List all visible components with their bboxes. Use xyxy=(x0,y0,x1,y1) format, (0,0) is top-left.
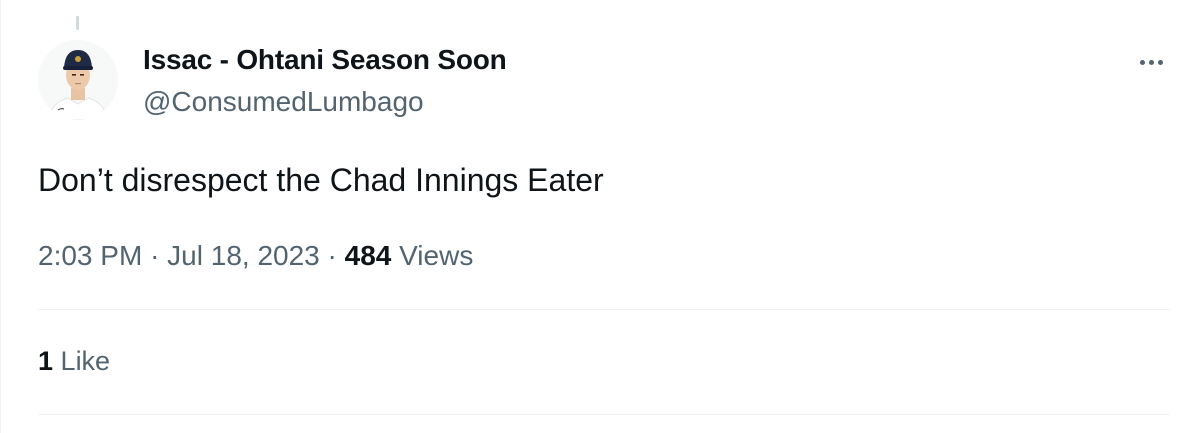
tweet-time[interactable]: 2:03 PM xyxy=(38,240,142,271)
divider xyxy=(38,309,1170,310)
baseball-player-avatar-icon xyxy=(38,40,118,120)
tweet-date[interactable]: Jul 18, 2023 xyxy=(167,240,320,271)
more-options-button[interactable] xyxy=(1129,48,1173,76)
thread-connector-line xyxy=(76,16,79,30)
likes-count: 1 xyxy=(38,346,54,376)
likes-link[interactable]: 1 Like xyxy=(38,346,110,377)
meta-separator: · xyxy=(150,240,160,271)
tweet-card: Issac - Ohtani Season Soon @ConsumedLumb… xyxy=(0,0,1195,433)
more-options-icon-dot xyxy=(1148,59,1154,65)
views-label: Views xyxy=(399,240,474,271)
meta-separator: · xyxy=(327,240,337,271)
views-count: 484 xyxy=(344,240,392,271)
likes-label: Like xyxy=(60,346,111,376)
divider xyxy=(38,414,1170,415)
tweet-text: Don’t disrespect the Chad Innings Eater xyxy=(38,162,604,198)
author-display-name[interactable]: Issac - Ohtani Season Soon xyxy=(143,44,507,76)
tweet-metadata: 2:03 PM · Jul 18, 2023 · 484 Views xyxy=(38,240,473,272)
more-options-icon xyxy=(1139,59,1145,65)
avatar[interactable] xyxy=(38,40,118,120)
author-handle[interactable]: @ConsumedLumbago xyxy=(143,86,424,118)
more-options-icon-dot xyxy=(1157,59,1163,65)
